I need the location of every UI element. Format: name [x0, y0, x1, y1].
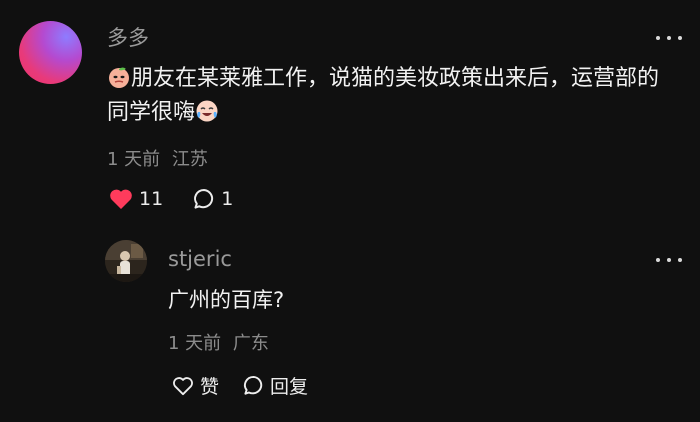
reply-avatar[interactable] — [105, 240, 147, 282]
comment-bubble-icon — [244, 375, 263, 395]
like-button[interactable]: 11 — [109, 188, 163, 210]
reply-location: 广东 — [232, 333, 269, 354]
comment-meta: 1 天前 江苏 — [107, 149, 208, 171]
comment-text: 朋友在某莱雅工作，说猫的美妆政策出来后，运营部的同学很嗨 — [107, 62, 677, 130]
comment-bubble-icon — [194, 189, 214, 209]
dot-icon — [656, 36, 660, 40]
more-options-button[interactable] — [656, 33, 682, 43]
reply-text: 广州的百库? — [168, 288, 285, 312]
comment-time: 1 天前 — [107, 149, 161, 170]
reply-count-button[interactable]: 1 — [193, 188, 233, 210]
reply-more-options-button[interactable] — [656, 255, 682, 265]
avatar[interactable] — [19, 21, 82, 84]
comment-location: 江苏 — [171, 149, 208, 170]
comment-body: 朋友在某莱雅工作，说猫的美妆政策出来后，运营部的同学很嗨 — [107, 66, 660, 125]
reply-count: 1 — [221, 188, 234, 210]
reply-actions: 赞 回复 — [172, 372, 308, 399]
dot-icon — [667, 36, 671, 40]
dot-icon — [678, 36, 682, 40]
reply-like-button[interactable]: 赞 — [172, 372, 219, 399]
peach-face-emoji-icon — [109, 67, 129, 88]
reply-time: 1 天前 — [168, 333, 222, 354]
reply-label: 回复 — [270, 376, 309, 398]
dot-icon — [656, 258, 660, 262]
heart-filled-icon — [110, 189, 132, 209]
comment-actions: 11 1 — [109, 188, 233, 210]
heart-outline-icon — [173, 376, 193, 395]
crying-laughing-emoji-icon — [196, 100, 218, 122]
dot-icon — [667, 258, 671, 262]
like-label: 赞 — [200, 376, 220, 398]
avatar-photo-icon — [105, 240, 147, 282]
dot-icon — [678, 258, 682, 262]
reply-button[interactable]: 回复 — [243, 372, 308, 399]
comment-username[interactable]: 多多 — [107, 26, 149, 50]
reply-meta: 1 天前 广东 — [168, 333, 269, 355]
like-count: 11 — [139, 188, 164, 210]
reply-username[interactable]: stjeric — [168, 247, 232, 271]
